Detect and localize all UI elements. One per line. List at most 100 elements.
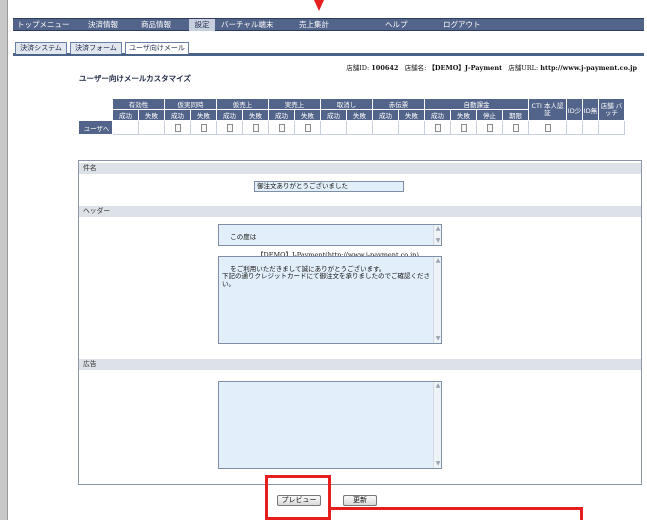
scrollbar[interactable]: ▲ ▼ — [433, 225, 441, 245]
cell-checkbox — [476, 120, 503, 135]
subheader: 失敗 — [138, 109, 165, 121]
cell-empty — [598, 120, 625, 135]
cell-checkbox — [528, 120, 567, 135]
col-group-cti-auth: CTI 本人認証 — [528, 98, 567, 121]
col-group-refund: 赤伝票 — [372, 98, 425, 110]
highlight-connector — [331, 507, 583, 510]
nav-settings[interactable]: 設定 — [189, 19, 215, 31]
main-navbar: トップメニュー 決済情報 商品情報 設定 バーチャル端末 売上集計 ヘルプ ログ… — [13, 18, 644, 31]
checkbox[interactable] — [278, 123, 285, 132]
nav-virtual-terminal[interactable]: バーチャル端末 — [221, 19, 291, 31]
settings-tabs: 決済システム 決済フォーム ユーザ向けメール — [13, 42, 644, 56]
subheader: 停止 — [476, 109, 503, 121]
scroll-up-icon[interactable]: ▲ — [435, 258, 441, 264]
scrollbar[interactable]: ▲ ▼ — [433, 257, 441, 343]
cell-checkbox — [190, 120, 217, 135]
notification-settings-table: 有効性 仮実同時 仮売上 実売上 取消し 赤伝票 自動課金 CTI 本人認証 I… — [78, 98, 625, 135]
cell-checkbox — [164, 120, 191, 135]
store-url-value: http://www.j-payment.co.jp — [540, 64, 637, 72]
header-body-textarea[interactable]: をご利用いただきまして誠にありがとうございます。 下記の通りクレジットカードにて… — [218, 256, 442, 344]
checkbox[interactable] — [200, 123, 207, 132]
col-group-validity: 有効性 — [112, 98, 165, 110]
subheader: 失敗 — [242, 109, 269, 121]
col-group-store-batch: 店舗 バッチ — [598, 98, 625, 121]
section-header-heading: ヘッダー — [79, 206, 641, 217]
nav-top-menu[interactable]: トップメニュー — [13, 19, 70, 31]
store-info: 店舗ID: 100642 店舗名: 【DEMO】J-Payment 店舗URL:… — [346, 62, 637, 72]
col-group-id-none: ID無 — [582, 98, 599, 121]
scroll-up-icon[interactable]: ▲ — [435, 383, 441, 389]
checkbox[interactable] — [174, 123, 181, 132]
update-button[interactable]: 更新 — [343, 495, 377, 506]
section-ad-heading: 広告 — [79, 359, 641, 370]
subheader: 成功 — [424, 109, 451, 121]
cell-empty — [398, 120, 425, 135]
store-id-label: 店舗ID: — [346, 64, 370, 72]
cell-checkbox — [502, 120, 529, 135]
checkbox[interactable] — [226, 123, 233, 132]
cell-checkbox — [216, 120, 243, 135]
tab-user-mail[interactable]: ユーザ向けメール — [125, 42, 189, 54]
subheader: 期限 — [502, 109, 529, 121]
col-group-id-low: ID少 — [566, 98, 583, 121]
page-title: ユーザー向けメールカスタマイズ — [79, 74, 191, 83]
store-url-label: 店舗URL: — [508, 64, 539, 72]
subheader: 失敗 — [450, 109, 477, 121]
scrollbar[interactable]: ▲ ▼ — [433, 382, 441, 468]
cell-checkbox — [294, 120, 321, 135]
subheader: 失敗 — [346, 109, 373, 121]
scroll-down-icon[interactable]: ▼ — [435, 336, 441, 342]
nav-product-info[interactable]: 商品情報 — [116, 19, 181, 31]
table-corner — [78, 98, 113, 121]
nav-payment-info[interactable]: 決済情報 — [63, 19, 118, 31]
scroll-down-icon[interactable]: ▼ — [435, 461, 441, 467]
col-group-auth-capture: 仮実同時 — [164, 98, 217, 110]
tab-payment-system[interactable]: 決済システム — [15, 42, 67, 54]
checkbox[interactable] — [486, 123, 493, 132]
subheader: 成功 — [320, 109, 347, 121]
checkbox[interactable] — [512, 123, 519, 132]
row-label-to-user: ユーザへ — [78, 120, 113, 135]
subheader: 成功 — [268, 109, 295, 121]
mail-form-panel: 件名 御注文ありがとうございました ヘッダー この度は ▲ ▼ 【DEMO】J-… — [78, 160, 642, 485]
checkbox[interactable] — [460, 123, 467, 132]
col-group-cancel: 取消し — [320, 98, 373, 110]
checkbox[interactable] — [434, 123, 441, 132]
cell-empty — [112, 120, 139, 135]
store-name-value: 【DEMO】J-Payment — [428, 64, 503, 72]
checkbox[interactable] — [304, 123, 311, 132]
cell-checkbox — [450, 120, 477, 135]
cell-empty — [138, 120, 165, 135]
store-id-value: 100642 — [371, 64, 399, 72]
subheader: 失敗 — [190, 109, 217, 121]
ad-textarea[interactable]: ▲ ▼ — [218, 381, 442, 469]
cell-empty — [320, 120, 347, 135]
nav-sales-summary[interactable]: 売上集計 — [299, 19, 361, 31]
highlight-connector-vertical — [580, 507, 583, 520]
checkbox[interactable] — [252, 123, 259, 132]
subject-input[interactable]: 御注文ありがとうございました — [254, 181, 404, 192]
header-greeting-text: この度は — [230, 232, 257, 241]
cell-empty — [566, 120, 583, 135]
cell-checkbox — [424, 120, 451, 135]
cell-empty — [582, 120, 599, 135]
store-name-label: 店舗名: — [404, 64, 427, 72]
checkbox[interactable] — [544, 123, 551, 132]
subheader: 成功 — [112, 109, 139, 121]
subheader: 失敗 — [398, 109, 425, 121]
scroll-up-icon[interactable]: ▲ — [435, 226, 441, 232]
col-group-authorization: 仮売上 — [216, 98, 269, 110]
col-group-recurring: 自動課金 — [424, 98, 529, 110]
cell-checkbox — [242, 120, 269, 135]
scroll-down-icon[interactable]: ▼ — [435, 238, 441, 244]
subheader: 成功 — [216, 109, 243, 121]
tab-payment-form[interactable]: 決済フォーム — [70, 42, 122, 54]
cell-empty — [346, 120, 373, 135]
nav-logout[interactable]: ログアウト — [443, 19, 493, 31]
header-greeting-textarea[interactable]: この度は ▲ ▼ — [218, 224, 442, 246]
subheader: 成功 — [372, 109, 399, 121]
col-group-capture: 実売上 — [268, 98, 321, 110]
nav-help[interactable]: ヘルプ — [385, 19, 427, 31]
highlight-box — [265, 475, 331, 520]
cell-empty — [372, 120, 399, 135]
